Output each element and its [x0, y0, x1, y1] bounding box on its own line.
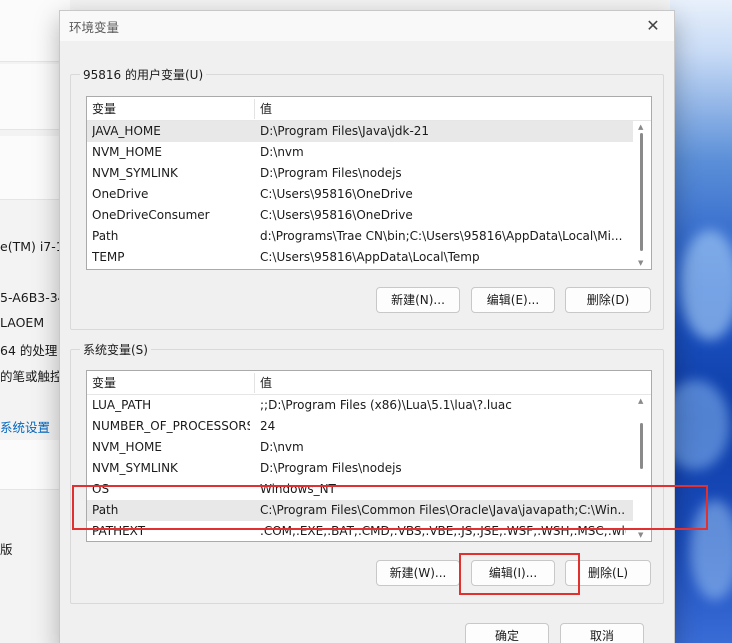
system-edit-button[interactable]: 编辑(I)...: [471, 560, 555, 586]
variable-value: ;;D:\Program Files (x86)\Lua\5.1\lua\?.l…: [260, 398, 512, 412]
table-row[interactable]: NUMBER_OF_PROCESSORS 24: [87, 416, 633, 437]
variable-name: JAVA_HOME: [92, 124, 161, 138]
variable-name: TEMP: [92, 250, 125, 264]
variable-name: OneDrive: [92, 187, 149, 201]
settings-text: 5-A6B3-34: [0, 290, 62, 305]
settings-text: 的笔或触控: [0, 369, 62, 384]
user-variables-group: 95816 的用户变量(U) 变量 值 JAVA_HOME D:\Program…: [70, 66, 664, 330]
variable-name: NVM_HOME: [92, 145, 162, 159]
variable-value: d:\Programs\Trae CN\bin;C:\Users\95816\A…: [260, 229, 623, 243]
user-new-button[interactable]: 新建(N)...: [376, 287, 460, 313]
table-row-selected[interactable]: Path C:\Program Files\Common Files\Oracl…: [87, 500, 633, 521]
settings-text: LAOEM: [0, 315, 45, 330]
dialog-title: 环境变量: [69, 20, 120, 35]
column-header-name[interactable]: 变量: [87, 97, 116, 121]
table-row[interactable]: NVM_SYMLINK D:\Program Files\nodejs: [87, 458, 633, 479]
environment-variables-dialog: 环境变量 ✕ 95816 的用户变量(U) 变量 值 JAVA_HOME D:\…: [59, 10, 675, 643]
variable-value: C:\Users\95816\AppData\Local\Temp: [260, 250, 480, 264]
variable-value: D:\Program Files\Java\jdk-21: [260, 124, 430, 138]
variable-name: OneDriveConsumer: [92, 208, 210, 222]
scrollbar-thumb[interactable]: [640, 423, 643, 469]
settings-text: 版: [0, 542, 13, 557]
system-variables-label: 系统变量(S): [80, 341, 151, 358]
column-header-name[interactable]: 变量: [87, 371, 116, 395]
vertical-scrollbar[interactable]: ▲ ▼: [633, 121, 651, 269]
table-row[interactable]: OneDrive C:\Users\95816\OneDrive: [87, 184, 633, 205]
variable-value: .COM;.EXE;.BAT;.CMD;.VBS;.VBE;.JS;.JSE;.…: [260, 524, 626, 538]
system-new-button[interactable]: 新建(W)...: [376, 560, 460, 586]
table-row[interactable]: NVM_HOME D:\nvm: [87, 437, 633, 458]
variable-name: Path: [92, 229, 119, 243]
variable-name: LUA_PATH: [92, 398, 152, 412]
table-row[interactable]: OS Windows_NT: [87, 479, 633, 500]
user-variables-label: 95816 的用户变量(U): [80, 66, 207, 83]
table-row[interactable]: NVM_HOME D:\nvm: [87, 142, 633, 163]
table-row[interactable]: OneDriveConsumer C:\Users\95816\OneDrive: [87, 205, 633, 226]
system-delete-button[interactable]: 删除(L): [565, 560, 651, 586]
variable-name: NVM_SYMLINK: [92, 461, 178, 475]
variable-value: C:\Program Files\Common Files\Oracle\Jav…: [260, 503, 626, 517]
variable-value: Windows_NT: [260, 482, 336, 496]
variable-name: OS: [92, 482, 110, 496]
scroll-down-icon[interactable]: ▼: [638, 259, 643, 267]
variable-value: C:\Users\95816\OneDrive: [260, 187, 413, 201]
system-settings-link[interactable]: 系统设置: [0, 417, 62, 436]
scroll-up-icon[interactable]: ▲: [638, 123, 643, 131]
system-variables-group: 系统变量(S) 变量 值 LUA_PATH ;;D:\Program Files…: [70, 341, 664, 604]
variable-value: 24: [260, 419, 276, 433]
scroll-up-icon[interactable]: ▲: [638, 397, 643, 405]
user-delete-button[interactable]: 删除(D): [565, 287, 651, 313]
cancel-button[interactable]: 取消: [560, 623, 644, 643]
table-row[interactable]: Path d:\Programs\Trae CN\bin;C:\Users\95…: [87, 226, 633, 247]
scroll-down-icon[interactable]: ▼: [638, 531, 643, 539]
variable-name: NUMBER_OF_PROCESSORS: [92, 419, 250, 433]
desktop-wallpaper: [670, 0, 732, 643]
system-variables-list[interactable]: 变量 值 LUA_PATH ;;D:\Program Files (x86)\L…: [86, 370, 652, 542]
column-header-value[interactable]: 值: [255, 97, 272, 121]
settings-text: e(TM) i7-13: [0, 239, 62, 254]
list-header: 变量 值: [87, 97, 651, 121]
user-edit-button[interactable]: 编辑(E)...: [471, 287, 555, 313]
variable-value: C:\Users\95816\OneDrive: [260, 208, 413, 222]
dialog-titlebar[interactable]: 环境变量 ✕: [60, 11, 674, 41]
list-header: 变量 值: [87, 371, 651, 395]
table-row[interactable]: NVM_SYMLINK D:\Program Files\nodejs: [87, 163, 633, 184]
user-variables-list[interactable]: 变量 值 JAVA_HOME D:\Program Files\Java\jdk…: [86, 96, 652, 270]
scrollbar-thumb[interactable]: [640, 133, 643, 251]
column-header-value[interactable]: 值: [255, 371, 272, 395]
variable-name: NVM_SYMLINK: [92, 166, 178, 180]
variable-value: D:\Program Files\nodejs: [260, 166, 402, 180]
variable-name: Path: [92, 503, 119, 517]
table-row[interactable]: LUA_PATH ;;D:\Program Files (x86)\Lua\5.…: [87, 395, 633, 416]
ok-button[interactable]: 确定: [465, 623, 549, 643]
variable-value: D:\nvm: [260, 440, 304, 454]
table-row[interactable]: TEMP C:\Users\95816\AppData\Local\Temp: [87, 247, 633, 268]
table-row[interactable]: JAVA_HOME D:\Program Files\Java\jdk-21: [87, 121, 633, 142]
variable-name: PATHEXT: [92, 524, 146, 538]
table-row[interactable]: PATHEXT .COM;.EXE;.BAT;.CMD;.VBS;.VBE;.J…: [87, 521, 633, 541]
close-icon[interactable]: ✕: [644, 17, 662, 35]
settings-text: 64 的处理: [0, 343, 58, 358]
vertical-scrollbar[interactable]: ▲ ▼: [633, 395, 651, 541]
variable-value: D:\Program Files\nodejs: [260, 461, 402, 475]
variable-value: D:\nvm: [260, 145, 304, 159]
variable-name: NVM_HOME: [92, 440, 162, 454]
